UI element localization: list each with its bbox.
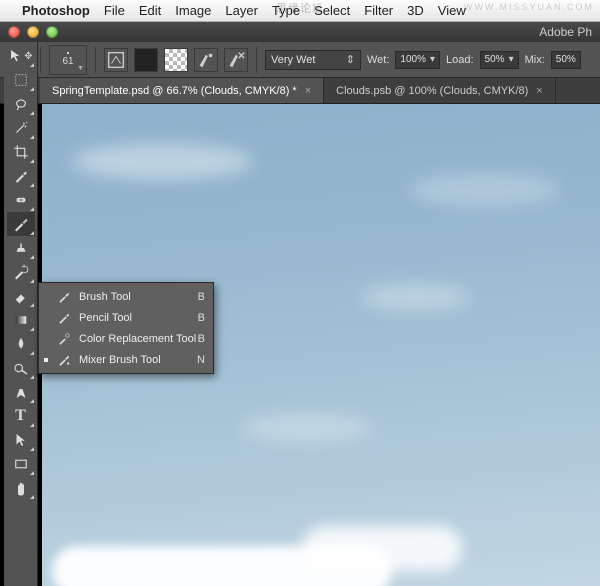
clone-stamp-tool[interactable]	[7, 236, 35, 260]
load-brush-swatch[interactable]	[134, 48, 158, 72]
separator	[95, 47, 96, 73]
menu-app-name[interactable]: Photoshop	[22, 3, 90, 18]
watermark-text: 思缘论坛	[276, 0, 324, 16]
hand-tool[interactable]	[7, 476, 35, 500]
window-titlebar: Adobe Ph	[0, 22, 600, 42]
menu-edit[interactable]: Edit	[139, 3, 161, 18]
menu-image[interactable]: Image	[175, 3, 211, 18]
mix-value-input[interactable]: 50%	[551, 51, 581, 69]
eraser-tool[interactable]	[7, 284, 35, 308]
type-tool[interactable]: T	[7, 404, 35, 428]
menu-view[interactable]: View	[438, 3, 466, 18]
clean-brush-swatch[interactable]	[164, 48, 188, 72]
flyout-item-mixer-brush[interactable]: Mixer Brush Tool N	[39, 349, 213, 370]
flyout-label: Pencil Tool	[79, 312, 198, 324]
flyout-shortcut: B	[198, 291, 205, 303]
window-minimize-button[interactable]	[27, 26, 39, 38]
menu-layer[interactable]: Layer	[225, 3, 258, 18]
dodge-tool[interactable]	[7, 356, 35, 380]
brush-tool[interactable]	[7, 212, 35, 236]
rectangle-tool[interactable]	[7, 452, 35, 476]
brush-size-value: 61	[62, 56, 73, 67]
tab-close-icon[interactable]: ×	[305, 85, 311, 97]
flyout-shortcut: B	[198, 312, 205, 324]
move-tool[interactable]: ✥	[7, 44, 35, 68]
chevron-down-icon: ▼	[77, 65, 84, 72]
load-brush-toggle-icon[interactable]	[194, 48, 218, 72]
window-zoom-button[interactable]	[46, 26, 58, 38]
load-value-input[interactable]: 50% ▾	[480, 51, 519, 69]
flyout-item-color-replacement[interactable]: Color Replacement Tool B	[39, 328, 213, 349]
brush-tool-flyout: Brush Tool B Pencil Tool B Color Replace…	[38, 282, 214, 374]
document-tab[interactable]: SpringTemplate.psd @ 66.7% (Clouds, CMYK…	[40, 78, 324, 103]
wet-label: Wet:	[367, 54, 389, 66]
flyout-label: Color Replacement Tool	[79, 333, 198, 345]
watermark-url: WWW.MISSYUAN.COM	[464, 2, 594, 12]
flyout-label: Brush Tool	[79, 291, 198, 303]
menu-file[interactable]: File	[104, 3, 125, 18]
document-tab[interactable]: Clouds.psb @ 100% (Clouds, CMYK/8) ×	[324, 78, 556, 103]
lasso-tool[interactable]	[7, 92, 35, 116]
magic-wand-tool[interactable]	[7, 116, 35, 140]
wet-value-input[interactable]: 100% ▾	[395, 51, 440, 69]
brush-panel-toggle-icon[interactable]	[104, 48, 128, 72]
marquee-tool[interactable]	[7, 68, 35, 92]
selected-indicator-icon	[44, 358, 48, 362]
flyout-item-brush[interactable]: Brush Tool B	[39, 286, 213, 307]
document-tab-bar: SpringTemplate.psd @ 66.7% (Clouds, CMYK…	[0, 78, 600, 104]
mix-label: Mix:	[525, 54, 545, 66]
tools-panel: ✥ T	[4, 42, 38, 586]
load-label: Load:	[446, 54, 474, 66]
eyedropper-tool[interactable]	[7, 164, 35, 188]
brush-preview-dot	[67, 52, 69, 54]
flyout-item-pencil[interactable]: Pencil Tool B	[39, 307, 213, 328]
options-bar: 61 ▼ Very Wet ⇕ Wet: 100% ▾ Load: 50% ▾ …	[0, 42, 600, 78]
history-brush-tool[interactable]	[7, 260, 35, 284]
mixer-brush-icon	[55, 353, 73, 367]
pen-tool[interactable]	[7, 380, 35, 404]
tab-label: SpringTemplate.psd @ 66.7% (Clouds, CMYK…	[52, 85, 297, 97]
wet-value: 100%	[400, 54, 426, 65]
menu-3d[interactable]: 3D	[407, 3, 424, 18]
pencil-icon	[55, 311, 73, 325]
flyout-shortcut: B	[198, 333, 205, 345]
clean-brush-toggle-icon[interactable]	[224, 48, 248, 72]
brush-icon	[55, 290, 73, 304]
chevron-down-icon: ⇕	[346, 53, 355, 66]
chevron-down-icon: ▾	[430, 54, 435, 65]
brush-preset-picker[interactable]: 61 ▼	[49, 45, 87, 75]
path-selection-tool[interactable]	[7, 428, 35, 452]
gradient-tool[interactable]	[7, 308, 35, 332]
flyout-shortcut: N	[197, 354, 205, 366]
healing-brush-tool[interactable]	[7, 188, 35, 212]
color-replacement-icon	[55, 332, 73, 346]
flyout-label: Mixer Brush Tool	[79, 354, 197, 366]
tab-label: Clouds.psb @ 100% (Clouds, CMYK/8)	[336, 85, 528, 97]
window-close-button[interactable]	[8, 26, 20, 38]
blur-tool[interactable]	[7, 332, 35, 356]
separator	[256, 47, 257, 73]
load-value: 50%	[485, 54, 505, 65]
crop-tool[interactable]	[7, 140, 35, 164]
wet-preset-dropdown[interactable]: Very Wet ⇕	[265, 50, 361, 70]
separator	[40, 47, 41, 73]
tab-close-icon[interactable]: ×	[536, 85, 542, 97]
menu-filter[interactable]: Filter	[364, 3, 393, 18]
window-title: Adobe Ph	[539, 25, 592, 39]
mix-value: 50%	[556, 54, 576, 65]
chevron-down-icon: ▾	[509, 54, 514, 65]
wet-preset-label: Very Wet	[271, 54, 315, 66]
